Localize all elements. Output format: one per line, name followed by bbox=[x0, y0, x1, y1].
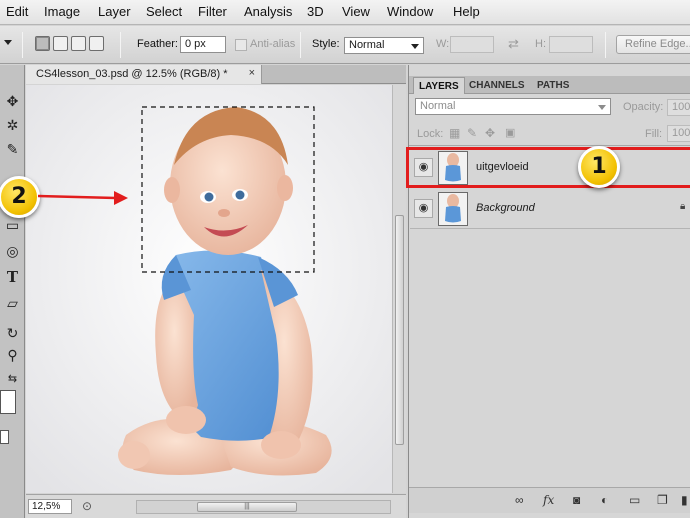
horizontal-scrollbar[interactable]: ||| bbox=[136, 500, 391, 514]
blend-mode-select[interactable]: Normal bbox=[415, 98, 611, 115]
status-bar: 12,5% ⊙ ||| bbox=[26, 494, 406, 518]
menu-edit[interactable]: Edit bbox=[6, 4, 28, 19]
lock-all-icon[interactable]: ▣ bbox=[505, 126, 515, 139]
menu-filter[interactable]: Filter bbox=[198, 4, 227, 19]
close-icon[interactable]: × bbox=[249, 67, 255, 79]
chevron-down-icon bbox=[598, 105, 606, 110]
lock-position-icon[interactable]: ✥ bbox=[485, 126, 495, 140]
style-label: Style: bbox=[312, 38, 340, 50]
refine-edge-button[interactable]: Refine Edge... bbox=[616, 35, 690, 54]
antialias-checkbox[interactable] bbox=[235, 39, 247, 51]
layer-name[interactable]: Background bbox=[476, 202, 535, 214]
separator bbox=[120, 32, 121, 58]
background-color-swatch[interactable] bbox=[0, 390, 16, 414]
tool-preset-dropdown-icon[interactable] bbox=[4, 40, 12, 45]
opacity-input[interactable]: 100% bbox=[667, 99, 690, 116]
style-select-value: Normal bbox=[349, 39, 385, 51]
vertical-scrollbar[interactable] bbox=[392, 85, 406, 493]
layer-thumbnail bbox=[438, 192, 468, 226]
layer-mask-icon[interactable]: ◙ bbox=[573, 493, 580, 507]
lasso-icon[interactable]: ◎ bbox=[2, 241, 23, 261]
add-to-selection-icon[interactable] bbox=[53, 36, 68, 51]
document-tab-title: CS4lesson_03.psd @ 12.5% (RGB/8) * bbox=[36, 68, 228, 80]
fill-input[interactable]: 100% bbox=[667, 125, 690, 142]
width-input[interactable] bbox=[450, 36, 494, 53]
document-tab[interactable]: CS4lesson_03.psd @ 12.5% (RGB/8) * × bbox=[26, 65, 262, 84]
tab-paths[interactable]: PATHS bbox=[532, 77, 574, 94]
document-tab-bar: CS4lesson_03.psd @ 12.5% (RGB/8) * × bbox=[26, 65, 406, 84]
eyedropper-icon[interactable]: ✎ bbox=[2, 139, 23, 159]
lock-label: Lock: bbox=[417, 128, 444, 140]
lock-icon: 🔒︎ bbox=[680, 201, 686, 212]
move-tool-icon[interactable]: ✥ bbox=[2, 91, 23, 111]
swap-dimensions-icon[interactable]: ⇄ bbox=[508, 36, 519, 52]
opacity-label: Opacity: bbox=[623, 101, 664, 113]
menu-help[interactable]: Help bbox=[453, 4, 480, 19]
intersect-selection-icon[interactable] bbox=[89, 36, 104, 51]
callout-badge-2: 2 bbox=[0, 176, 40, 218]
tab-channels[interactable]: CHANNELS bbox=[464, 77, 530, 94]
lock-image-icon[interactable]: ✎ bbox=[467, 126, 477, 140]
tools-panel: ✥ ✲ ✎ ▭ ◎ T ▱ ↻ ⚲ ⇆ bbox=[0, 65, 25, 518]
menu-select[interactable]: Select bbox=[146, 4, 182, 19]
new-group-icon[interactable]: ▭ bbox=[629, 493, 640, 507]
subtract-from-selection-icon[interactable] bbox=[71, 36, 86, 51]
layer-row-background[interactable]: ◉ Background 🔒︎ bbox=[410, 189, 690, 229]
height-label: H: bbox=[535, 38, 546, 50]
callout-badge-1: 1 bbox=[578, 146, 620, 188]
shape-tool-icon[interactable]: ▱ bbox=[2, 293, 23, 313]
style-select[interactable]: Normal bbox=[344, 37, 424, 54]
options-bar: Feather: 0 px Anti-alias Style: Normal W… bbox=[0, 26, 690, 64]
menu-bar: Edit Image Layer Select Filter Analysis … bbox=[0, 0, 690, 25]
gradient-icon[interactable]: ▭ bbox=[2, 215, 23, 235]
layers-panel: LAYERS CHANNELS PATHS Normal Opacity: 10… bbox=[408, 65, 690, 518]
feather-input[interactable]: 0 px bbox=[180, 36, 226, 53]
magic-wand-icon[interactable]: ✲ bbox=[2, 115, 23, 135]
layers-panel-footer: ∞ fx ◙ ◐ ▭ ❐ ▮ bbox=[409, 487, 690, 513]
separator bbox=[605, 32, 606, 58]
separator bbox=[22, 32, 23, 58]
layer-style-icon[interactable]: fx bbox=[543, 493, 554, 507]
type-tool-icon[interactable]: T bbox=[2, 267, 23, 287]
rotate-view-icon[interactable]: ↻ bbox=[2, 323, 23, 343]
highlight-box bbox=[406, 147, 690, 188]
vertical-scroll-thumb[interactable] bbox=[395, 215, 404, 445]
menu-layer[interactable]: Layer bbox=[98, 4, 131, 19]
arrow-icon bbox=[37, 191, 128, 205]
separator bbox=[300, 32, 301, 58]
horizontal-scroll-thumb[interactable]: ||| bbox=[197, 502, 297, 512]
menu-window[interactable]: Window bbox=[387, 4, 433, 19]
height-input[interactable] bbox=[549, 36, 593, 53]
menu-3d[interactable]: 3D bbox=[307, 4, 324, 19]
document-canvas[interactable] bbox=[26, 85, 392, 493]
zoom-level-field[interactable]: 12,5% bbox=[28, 499, 72, 514]
zoom-icon[interactable]: ⚲ bbox=[2, 345, 23, 365]
chevron-down-icon bbox=[411, 44, 419, 49]
tab-layers[interactable]: LAYERS bbox=[413, 77, 465, 94]
adjustment-layer-icon[interactable]: ◐ bbox=[601, 493, 608, 507]
swap-colors-icon[interactable]: ⇆ bbox=[2, 369, 23, 389]
baby-photo bbox=[26, 85, 392, 493]
antialias-label: Anti-alias bbox=[250, 38, 296, 50]
menu-image[interactable]: Image bbox=[44, 4, 80, 19]
feather-label: Feather: bbox=[137, 38, 178, 50]
lock-transparent-icon[interactable]: ▦ bbox=[449, 126, 460, 140]
new-layer-icon[interactable]: ❐ bbox=[657, 493, 668, 507]
menu-analysis[interactable]: Analysis bbox=[244, 4, 292, 19]
status-info-icon[interactable]: ⊙ bbox=[82, 499, 92, 513]
new-selection-icon[interactable] bbox=[35, 36, 50, 51]
divider bbox=[409, 145, 690, 146]
fill-label: Fill: bbox=[645, 128, 663, 140]
eye-icon[interactable]: ◉ bbox=[414, 199, 433, 218]
link-layers-icon[interactable]: ∞ bbox=[515, 493, 524, 507]
delete-layer-icon[interactable]: ▮ bbox=[681, 493, 688, 507]
quick-mask-icon[interactable] bbox=[0, 430, 9, 444]
menu-view[interactable]: View bbox=[342, 4, 370, 19]
panel-tab-bar: LAYERS CHANNELS PATHS bbox=[409, 76, 690, 94]
width-label: W: bbox=[436, 38, 450, 50]
blend-mode-value: Normal bbox=[420, 100, 456, 112]
